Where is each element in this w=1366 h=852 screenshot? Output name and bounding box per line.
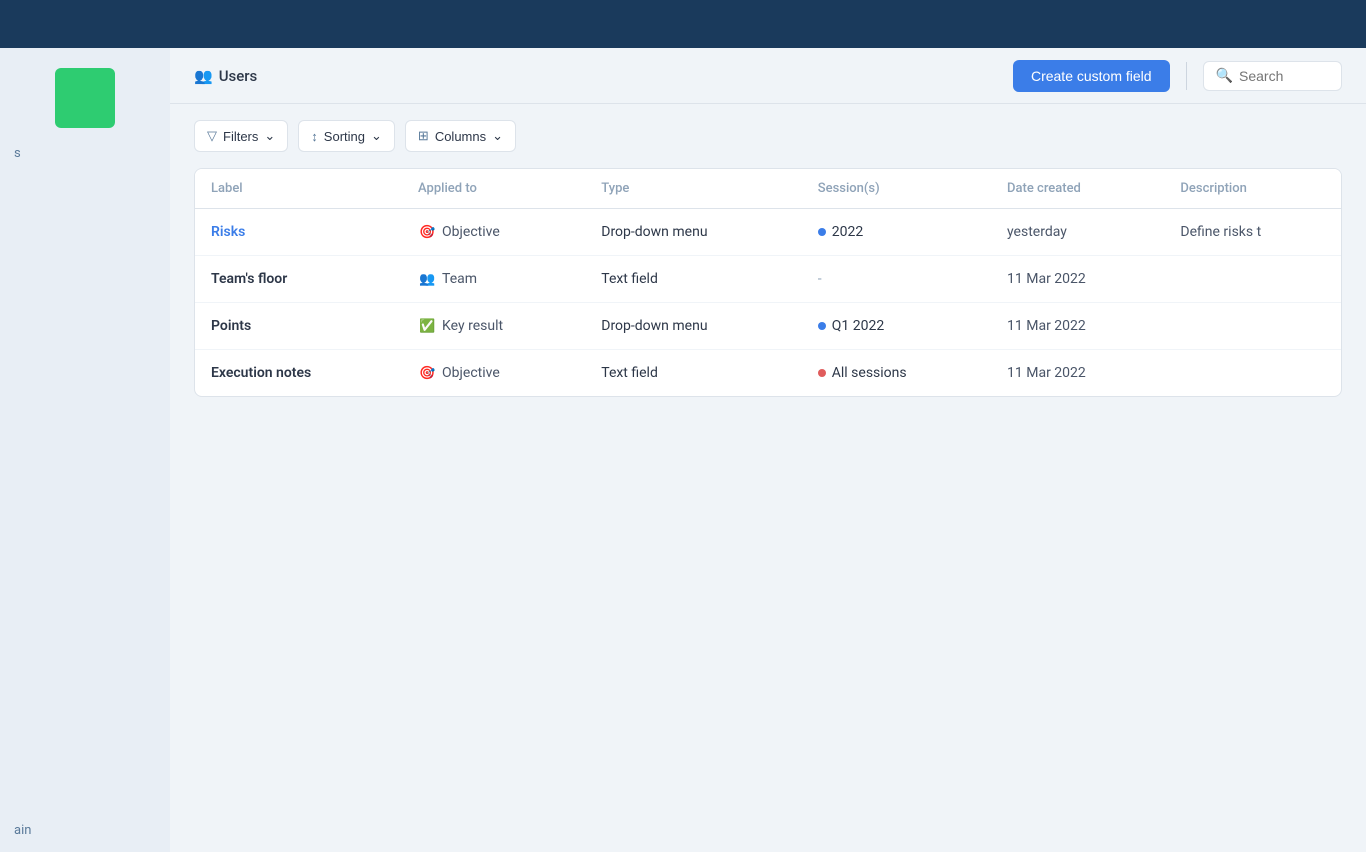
cell-type-0: Drop-down menu (585, 209, 801, 256)
label-link-0[interactable]: Risks (211, 224, 245, 240)
cell-desc-0: Define risks t (1164, 209, 1341, 256)
filters-label: Filters (223, 129, 258, 144)
sidebar-item-s: s (0, 138, 170, 169)
session-label-2: Q1 2022 (832, 318, 884, 334)
cell-date-0: yesterday (991, 209, 1164, 256)
cell-label-2: Points (195, 303, 402, 350)
custom-fields-table: Label Applied to Type Session(s) Date cr… (195, 169, 1341, 396)
cell-desc-3 (1164, 350, 1341, 397)
applied-label-2: Key result (442, 318, 503, 334)
cell-session-1: - (802, 256, 991, 303)
sorting-button[interactable]: ↕ Sorting ⌄ (298, 120, 395, 152)
applied-label-1: Team (442, 271, 477, 287)
columns-button[interactable]: ⊞ Columns ⌄ (405, 120, 516, 152)
sorting-icon: ↕ (311, 129, 318, 144)
sidebar: s ain (0, 48, 170, 852)
search-box[interactable]: 🔍 (1203, 61, 1342, 91)
sidebar-green-block (55, 68, 115, 128)
table-row: Points ✅ Key result Drop-down menu Q1 2022 11… (195, 303, 1341, 350)
cell-label-1: Team's floor (195, 256, 402, 303)
table-row: Execution notes 🎯 Objective Text field All s… (195, 350, 1341, 397)
col-date-created: Date created (991, 169, 1164, 209)
col-description: Description (1164, 169, 1341, 209)
custom-fields-table-container: Label Applied to Type Session(s) Date cr… (194, 168, 1342, 397)
applied-label-0: Objective (442, 224, 500, 240)
col-applied-to: Applied to (402, 169, 585, 209)
applied-icon-0: 🎯 (418, 223, 436, 241)
cell-applied-0: 🎯 Objective (402, 209, 585, 256)
cell-desc-1 (1164, 256, 1341, 303)
columns-chevron-icon: ⌄ (492, 128, 503, 144)
cell-type-1: Text field (585, 256, 801, 303)
col-sessions: Session(s) (802, 169, 991, 209)
cell-type-3: Text field (585, 350, 801, 397)
search-icon: 🔍 (1216, 68, 1233, 84)
col-label: Label (195, 169, 402, 209)
users-icon: 👥 (194, 67, 213, 85)
session-label-0: 2022 (832, 224, 863, 240)
cell-applied-1: 👥 Team (402, 256, 585, 303)
header-divider (1186, 62, 1187, 90)
cell-session-3: All sessions (802, 350, 991, 397)
filters-chevron-icon: ⌄ (264, 128, 275, 144)
cell-date-3: 11 Mar 2022 (991, 350, 1164, 397)
top-bar (0, 0, 1366, 48)
users-section-label: 👥 Users (194, 67, 257, 85)
filters-button[interactable]: ▽ Filters ⌄ (194, 120, 288, 152)
sorting-label: Sorting (324, 129, 365, 144)
content-area: 👥 Users Create custom field 🔍 ▽ Filters … (170, 48, 1366, 852)
table-row: Risks 🎯 Objective Drop-down menu 2022 yesterd… (195, 209, 1341, 256)
filter-icon: ▽ (207, 128, 217, 144)
sidebar-bottom-label: ain (0, 809, 170, 852)
cell-label-0: Risks (195, 209, 402, 256)
toolbar: ▽ Filters ⌄ ↕ Sorting ⌄ ⊞ Columns ⌄ (170, 104, 1366, 168)
cell-session-0: 2022 (802, 209, 991, 256)
applied-icon-2: ✅ (418, 317, 436, 335)
cell-applied-2: ✅ Key result (402, 303, 585, 350)
applied-label-3: Objective (442, 365, 500, 381)
session-dot-0 (818, 228, 826, 236)
cell-session-2: Q1 2022 (802, 303, 991, 350)
session-dot-3 (818, 369, 826, 377)
cell-desc-2 (1164, 303, 1341, 350)
table-row: Team's floor 👥 Team Text field - 11 Mar 2022 (195, 256, 1341, 303)
table-header-row: Label Applied to Type Session(s) Date cr… (195, 169, 1341, 209)
col-type: Type (585, 169, 801, 209)
session-dash-1: - (818, 271, 822, 287)
create-custom-field-button[interactable]: Create custom field (1013, 60, 1170, 92)
main-layout: s ain 👥 Users Create custom field 🔍 ▽ Fi… (0, 48, 1366, 852)
columns-icon: ⊞ (418, 128, 429, 144)
cell-label-3: Execution notes (195, 350, 402, 397)
session-label-3: All sessions (832, 365, 907, 381)
cell-date-1: 11 Mar 2022 (991, 256, 1164, 303)
cell-type-2: Drop-down menu (585, 303, 801, 350)
cell-date-2: 11 Mar 2022 (991, 303, 1164, 350)
session-dot-2 (818, 322, 826, 330)
search-input[interactable] (1239, 68, 1329, 84)
columns-label: Columns (435, 129, 486, 144)
applied-icon-3: 🎯 (418, 364, 436, 382)
sorting-chevron-icon: ⌄ (371, 128, 382, 144)
applied-icon-1: 👥 (418, 270, 436, 288)
cell-applied-3: 🎯 Objective (402, 350, 585, 397)
users-label: Users (219, 67, 258, 85)
content-header: 👥 Users Create custom field 🔍 (170, 48, 1366, 104)
